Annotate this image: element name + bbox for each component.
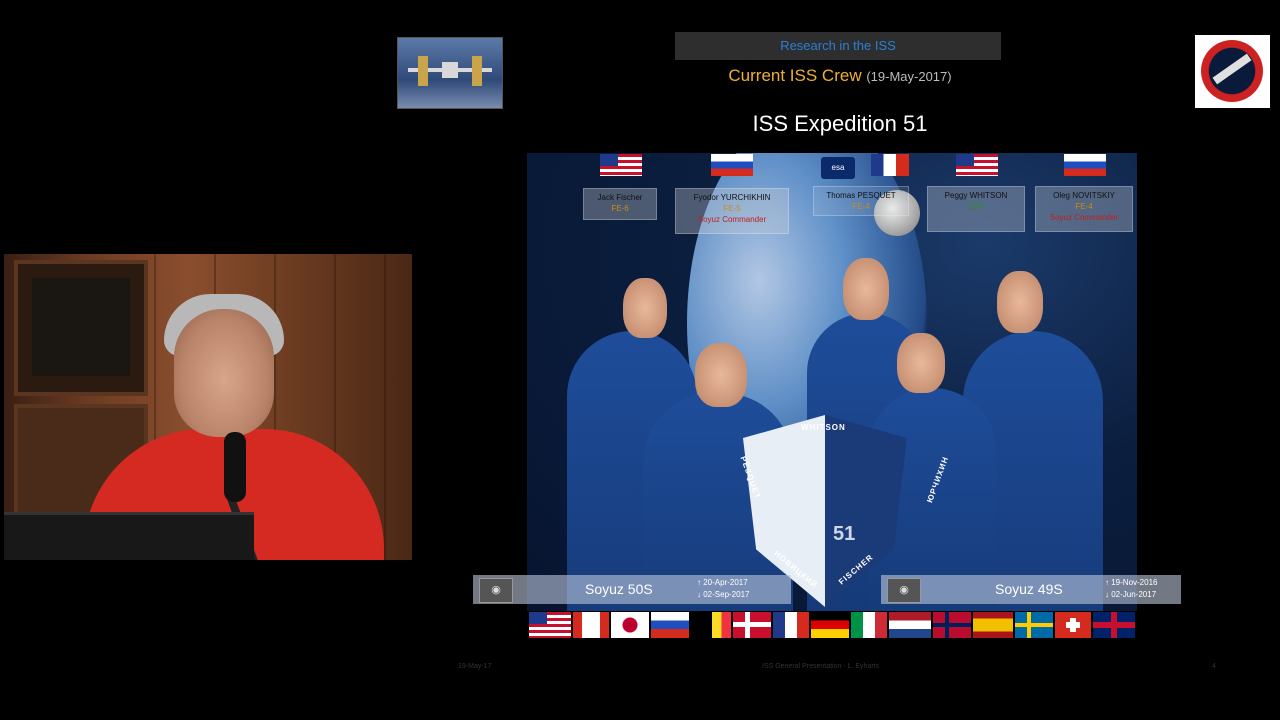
soyuz-icon: ◉ <box>479 578 513 603</box>
esa-logo: esa <box>821 157 855 179</box>
partner-flags-row <box>529 612 1135 638</box>
crew-title-date: (19-May-2017) <box>866 69 952 84</box>
crew-role: FE-5 <box>723 204 741 213</box>
crew-photo: esa Jack Fischer FE-6 Fyodor YURCHIKHIN … <box>527 153 1137 611</box>
crew-ship-role: Soyuz Commander <box>697 215 767 224</box>
crew-card-pesquet: Thomas PESQUET FE-4 <box>813 186 909 216</box>
france-flag-icon <box>871 154 909 176</box>
canada-flag-icon <box>573 612 609 638</box>
soyuz-landing-date: ↓ 02-Jun-2017 <box>1105 590 1157 599</box>
norway-flag-icon <box>933 612 971 638</box>
footer-page-number: 4 <box>1212 663 1216 670</box>
belgium-flag-icon <box>703 612 731 638</box>
crew-title-text: Current ISS Crew <box>728 66 862 85</box>
germany-flag-icon <box>811 612 849 638</box>
soyuz-bar-50s: ◉ Soyuz 50S ↑ 20-Apr-2017 ↓ 02-Sep-2017 <box>473 575 791 604</box>
crew-name: Jack Fischer <box>597 193 643 202</box>
crew-role: FE-4 <box>1075 202 1093 211</box>
crew-title: Current ISS Crew (19-May-2017) <box>600 66 1080 86</box>
france-flag-icon <box>773 612 809 638</box>
spain-flag-icon <box>973 612 1013 638</box>
japan-flag-icon <box>611 612 649 638</box>
crew-card-novitskiy: Oleg NOVITSKIY FE-4 Soyuz Commander <box>1035 186 1133 232</box>
sweden-flag-icon <box>1015 612 1053 638</box>
russia-flag-icon <box>1064 154 1106 176</box>
crew-role: FE-4 <box>852 202 870 211</box>
crew-role: FE-6 <box>611 204 629 213</box>
russia-flag-icon <box>651 612 689 638</box>
crew-name: Peggy WHITSON <box>944 191 1008 200</box>
crew-role: CDR <box>967 202 985 211</box>
footer-date: 19-May-17 <box>458 663 492 670</box>
crew-card-whitson: Peggy WHITSON CDR <box>927 186 1025 232</box>
switzerland-flag-icon <box>1055 612 1091 638</box>
soyuz-launch-date: ↑ 20-Apr-2017 <box>697 578 748 587</box>
crew-name: Oleg NOVITSKIY <box>1053 191 1115 200</box>
netherlands-flag-icon <box>889 612 931 638</box>
patch-name: WHITSON <box>801 423 846 432</box>
soyuz-landing-date: ↓ 02-Sep-2017 <box>697 590 750 599</box>
presenter-face <box>174 309 274 437</box>
footer-title: ISS General Presentation - L. Eyharts <box>762 663 880 670</box>
iss-mission-logo <box>1195 35 1270 108</box>
microphone-icon <box>224 432 246 502</box>
denmark-flag-icon <box>733 612 771 638</box>
presenter-webcam-video <box>4 254 412 560</box>
soyuz-dates: ↑ 19-Nov-2016 ↓ 02-Jun-2017 <box>1105 577 1157 601</box>
russia-flag-icon <box>711 154 753 176</box>
crew-name: Thomas PESQUET <box>826 191 896 200</box>
soyuz-name: Soyuz 49S <box>995 581 1063 597</box>
soyuz-icon: ◉ <box>887 578 921 603</box>
soyuz-launch-date: ↑ 19-Nov-2016 <box>1105 578 1158 587</box>
wall-panel <box>14 260 148 396</box>
crew-ship-role: Soyuz Commander <box>1049 213 1119 222</box>
us-flag-icon <box>529 612 571 638</box>
patch-number: 51 <box>833 523 856 545</box>
soyuz-bar-49s: ◉ Soyuz 49S ↑ 19-Nov-2016 ↓ 02-Jun-2017 <box>881 575 1181 604</box>
us-flag-icon <box>600 154 642 176</box>
soyuz-dates: ↑ 20-Apr-2017 ↓ 02-Sep-2017 <box>697 577 749 601</box>
crew-name: Fyodor YURCHIKHIN <box>693 193 771 202</box>
crew-card-fischer: Jack Fischer FE-6 <box>583 188 657 220</box>
italy-flag-icon <box>851 612 887 638</box>
expedition-title: ISS Expedition 51 <box>752 111 928 136</box>
iss-logo-left <box>397 37 503 109</box>
us-flag-icon <box>956 154 998 176</box>
soyuz-name: Soyuz 50S <box>585 581 653 597</box>
research-section-title: Research in the ISS <box>675 32 1001 60</box>
uk-flag-icon <box>1093 612 1135 638</box>
laptop <box>4 512 254 560</box>
crew-card-yurchikhin: Fyodor YURCHIKHIN FE-5 Soyuz Commander <box>675 188 789 234</box>
